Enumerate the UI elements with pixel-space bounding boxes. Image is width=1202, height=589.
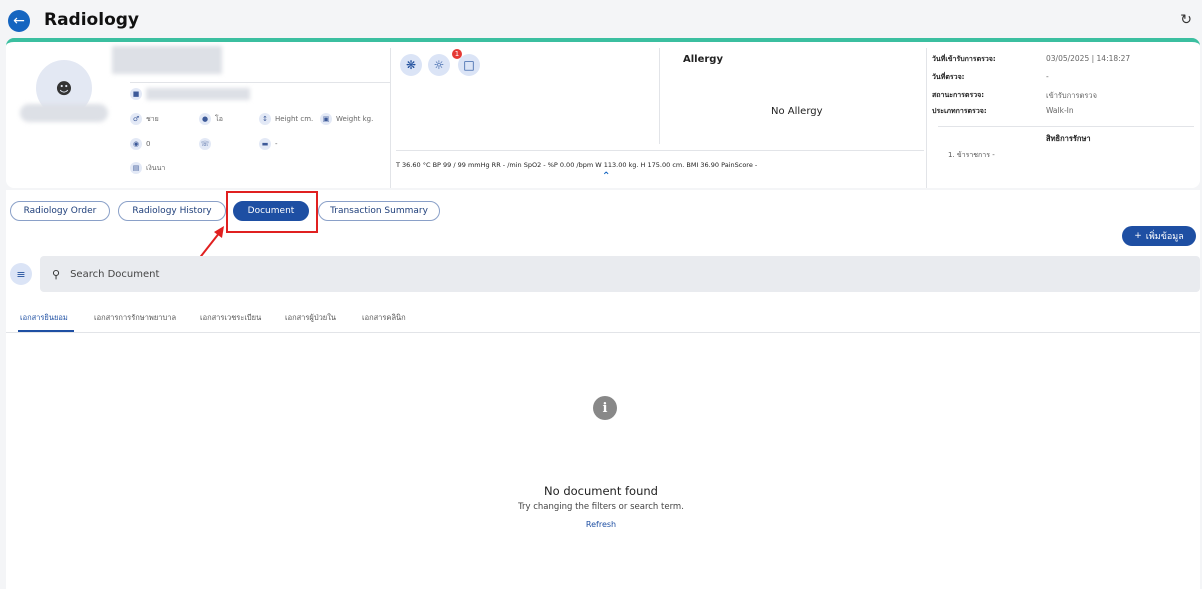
- doc-tab-treatment[interactable]: เอกสารการรักษาพยาบาล: [94, 312, 176, 324]
- patient-card: ☻ ■ ♂ ชาย ● โอ ↕ Height cm. ▣ Weight kg. ◉ 0 …: [6, 38, 1200, 188]
- card-icon: ▬: [259, 138, 271, 150]
- status-label: สถานะการตรวจ:: [932, 91, 985, 99]
- tab-radiology-history[interactable]: Radiology History: [118, 201, 226, 221]
- gender-value: ชาย: [146, 114, 159, 123]
- rights-title: สิทธิการรักษา: [1046, 134, 1091, 143]
- search-input[interactable]: [70, 268, 671, 280]
- search-bar: ⚲: [40, 256, 1200, 292]
- empty-state-subtitle: Try changing the filters or search term.: [518, 502, 684, 512]
- height-value: Height cm.: [275, 115, 314, 123]
- highlight-box: [226, 191, 318, 233]
- status-value: เข้ารับการตรวจ: [1046, 91, 1097, 100]
- doc-tab-medical-record[interactable]: เอกสารเวชระเบียน: [200, 312, 261, 324]
- phone-info: ☏: [199, 138, 211, 150]
- person-icon: ☻: [55, 78, 73, 98]
- height-info: ↕ Height cm.: [259, 113, 313, 125]
- height-icon: ↕: [259, 113, 271, 125]
- vitals-text: T 36.60 °C BP 99 / 99 mmHg RR - /min SpO…: [396, 161, 758, 169]
- visit-date-label: วันที่เข้ารับการตรวจ:: [932, 55, 996, 63]
- bug-icon[interactable]: ☼: [428, 54, 450, 76]
- wallet-icon: ▤: [130, 162, 142, 174]
- doc-tab-consent[interactable]: เอกสารยินยอม: [20, 312, 68, 324]
- add-data-button[interactable]: + เพิ่มข้อมูล: [1122, 226, 1196, 246]
- rights-item: 1. ข้าราชการ -: [948, 151, 995, 159]
- filter-icon[interactable]: ≡: [10, 263, 32, 285]
- redacted-id: [146, 88, 250, 100]
- redacted-name: [20, 104, 108, 122]
- doc-tab-inpatient[interactable]: เอกสารผู้ป่วยใน: [285, 312, 336, 324]
- info-icon: i: [593, 396, 617, 420]
- id-card-icon: ■: [130, 88, 142, 100]
- lungs-icon[interactable]: ❋: [400, 54, 422, 76]
- refresh-icon[interactable]: ↻: [1180, 12, 1192, 28]
- blood-drop-icon: ●: [199, 113, 211, 125]
- blood-info: ● โอ: [199, 113, 223, 125]
- payment-value: เงินนา: [146, 163, 166, 172]
- tab-radiology-order[interactable]: Radiology Order: [10, 201, 110, 221]
- exam-date-value: -: [1046, 72, 1049, 81]
- cake-icon: ◉: [130, 138, 142, 150]
- document-list-area: [6, 333, 1200, 589]
- blood-type-value: โอ: [215, 114, 223, 123]
- weight-info: ▣ Weight kg.: [320, 113, 373, 125]
- doc-tab-clinic[interactable]: เอกสารคลินิก: [362, 312, 406, 324]
- redacted-info: [112, 46, 222, 74]
- age-value: 0: [146, 140, 151, 148]
- add-data-label: เพิ่มข้อมูล: [1145, 232, 1184, 242]
- gender-icon: ♂: [130, 113, 142, 125]
- card-value: -: [275, 140, 278, 148]
- refresh-link[interactable]: Refresh: [0, 520, 1202, 529]
- search-icon: ⚲: [52, 267, 61, 281]
- visit-type-label: ประเภทการตรวจ:: [932, 107, 987, 115]
- chevron-double-up-icon[interactable]: ⌃: [602, 171, 610, 182]
- gender-info: ♂ ชาย: [130, 113, 159, 125]
- visit-type-value: Walk-In: [1046, 106, 1074, 115]
- back-arrow-icon[interactable]: ←: [8, 10, 30, 32]
- plus-icon: +: [1134, 231, 1142, 241]
- visit-date-value: 03/05/2025 | 14:18:27: [1046, 54, 1131, 63]
- payment-info: ▤ เงินนา: [130, 162, 165, 174]
- phone-icon: ☏: [199, 138, 211, 150]
- exam-date-label: วันที่ตรวจ:: [932, 73, 965, 81]
- card-info: ▬ -: [259, 138, 278, 150]
- tab-transaction-summary[interactable]: Transaction Summary: [318, 201, 440, 221]
- id-info: ■: [130, 88, 142, 100]
- scale-icon: ▣: [320, 113, 332, 125]
- allergy-value: No Allergy: [771, 106, 823, 117]
- page-title: Radiology: [44, 10, 139, 30]
- weight-value: Weight kg.: [336, 115, 374, 123]
- document-icon[interactable]: □: [458, 54, 480, 76]
- empty-state-title: No document found: [544, 484, 658, 498]
- age-info: ◉ 0: [130, 138, 150, 150]
- allergy-title: Allergy: [683, 54, 723, 65]
